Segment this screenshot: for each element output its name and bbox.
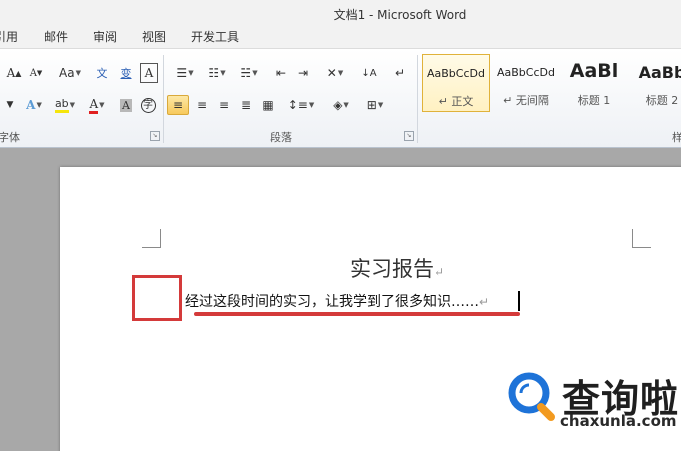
paragraph-dialog-launcher[interactable]: ↘ bbox=[404, 131, 414, 141]
tab-developer[interactable]: 开发工具 bbox=[191, 28, 239, 45]
enclose-char-icon: 字 bbox=[140, 97, 156, 113]
dropdown-icon: ▼ bbox=[6, 100, 14, 110]
bullets-icon: ☰ bbox=[176, 66, 188, 80]
watermark-domain: chaxunla.com bbox=[560, 412, 677, 430]
increase-indent-icon: ⇥ bbox=[297, 66, 309, 80]
bullets-button[interactable]: ☰ ▼ bbox=[170, 63, 200, 83]
window-title: 文档1 - Microsoft Word bbox=[333, 8, 467, 22]
style-heading-2[interactable]: AaBb 标题 2 bbox=[628, 54, 681, 112]
align-center-button[interactable]: ≡ bbox=[192, 95, 212, 115]
style-sample: AaBbCcDd bbox=[497, 66, 555, 79]
align-right-button[interactable]: ≡ bbox=[214, 95, 234, 115]
borders-button[interactable]: ⊞ ▼ bbox=[360, 95, 390, 115]
style-heading-1[interactable]: AaBl 标题 1 bbox=[560, 54, 628, 112]
phonetic-icon: 文 bbox=[96, 67, 108, 80]
align-center-icon: ≡ bbox=[196, 98, 208, 112]
align-right-icon: ≡ bbox=[218, 98, 230, 112]
clear-format-icon: 变 bbox=[120, 67, 132, 80]
crop-mark-left bbox=[142, 229, 161, 248]
multilevel-list-button[interactable]: ☵ ▼ bbox=[234, 63, 264, 83]
align-left-icon: ≡ bbox=[172, 98, 184, 112]
chaxunla-logo-icon bbox=[508, 372, 555, 421]
shrink-font-button[interactable]: A ▼ bbox=[26, 63, 46, 83]
shrink-font-icon: A bbox=[29, 67, 37, 79]
annotation-box bbox=[132, 275, 182, 321]
char-shading-icon: A bbox=[120, 98, 132, 112]
document-title[interactable]: 实习报告↵ bbox=[350, 253, 444, 283]
enclose-char-button[interactable]: 字 bbox=[138, 95, 158, 115]
styles-gallery: AaBbCcDd ↵ 正文 AaBbCcDd ↵ 无间隔 AaBl 标题 1 A… bbox=[420, 54, 681, 114]
numbering-icon: ☷ bbox=[208, 66, 220, 80]
decrease-indent-icon: ⇤ bbox=[275, 66, 287, 80]
font-row2-more[interactable]: ▼ bbox=[4, 95, 16, 115]
paragraph-group-label: 段落 bbox=[270, 131, 292, 144]
document-body-text[interactable]: 经过这段时间的实习，让我学到了很多知识……↵ bbox=[185, 291, 489, 311]
justify-button[interactable]: ≣ bbox=[236, 95, 256, 115]
style-name: ↵ 无间隔 bbox=[503, 94, 549, 107]
borders-icon: ⊞ bbox=[366, 98, 377, 112]
sort-button[interactable]: ↓A bbox=[358, 63, 380, 83]
line-spacing-icon: ↕≡ bbox=[287, 98, 308, 112]
tab-view[interactable]: 视图 bbox=[142, 28, 166, 45]
group-separator bbox=[417, 55, 418, 143]
style-sample: AaBbCcDd bbox=[427, 67, 485, 80]
char-border-icon: A bbox=[144, 66, 154, 80]
paint-bucket-icon: ◈ bbox=[333, 98, 343, 112]
font-color-icon: A bbox=[89, 97, 99, 114]
font-color-button[interactable]: A ▼ bbox=[82, 95, 112, 115]
tab-review[interactable]: 审阅 bbox=[93, 28, 117, 45]
increase-indent-button[interactable]: ⇥ bbox=[292, 63, 314, 83]
numbering-button[interactable]: ☷ ▼ bbox=[202, 63, 232, 83]
highlight-button[interactable]: ab ▼ bbox=[50, 95, 80, 115]
multilevel-list-icon: ☵ bbox=[240, 66, 252, 80]
show-marks-button[interactable]: ↵ bbox=[390, 63, 410, 83]
styles-group-label: 样 bbox=[672, 131, 681, 144]
style-name: ↵ 正文 bbox=[438, 95, 474, 108]
distributed-button[interactable]: ▦ bbox=[258, 95, 278, 115]
grow-font-icon: A bbox=[6, 66, 16, 80]
change-case-button[interactable]: Aa ▼ bbox=[56, 63, 84, 83]
text-cursor bbox=[518, 291, 520, 311]
paragraph-mark-icon: ↵ bbox=[394, 66, 406, 80]
chinese-layout-button[interactable]: ✕ ▼ bbox=[320, 63, 350, 83]
char-border-button[interactable]: A bbox=[140, 63, 158, 83]
crop-mark-right bbox=[632, 229, 651, 248]
line-spacing-button[interactable]: ↕≡ ▼ bbox=[286, 95, 316, 115]
phonetic-guide-button[interactable]: 文 bbox=[92, 63, 112, 83]
annotation-underline bbox=[194, 312, 520, 316]
style-name: 标题 2 bbox=[645, 94, 679, 107]
grow-font-button[interactable]: A ▲ bbox=[4, 63, 24, 83]
title-bar: 文档1 - Microsoft Word 引用 邮件 审阅 视图 开发工具 bbox=[0, 0, 681, 48]
char-shading-button[interactable]: A bbox=[116, 95, 136, 115]
clear-format-button[interactable]: 变 bbox=[116, 63, 136, 83]
font-group-label: 字体 bbox=[0, 131, 20, 144]
chinese-layout-icon: ✕ bbox=[326, 66, 337, 80]
text-effects-button[interactable]: A ▼ bbox=[20, 95, 48, 115]
style-sample: AaBb bbox=[638, 63, 681, 82]
tab-references[interactable]: 引用 bbox=[0, 28, 18, 45]
align-left-button[interactable]: ≡ bbox=[167, 95, 189, 115]
style-sample: AaBl bbox=[569, 60, 619, 82]
distributed-icon: ▦ bbox=[262, 98, 274, 112]
change-case-icon: Aa bbox=[59, 66, 75, 80]
highlight-icon: ab bbox=[54, 97, 69, 113]
tab-mailings[interactable]: 邮件 bbox=[44, 28, 68, 45]
group-separator bbox=[163, 55, 164, 143]
style-name: 标题 1 bbox=[577, 94, 611, 107]
style-normal[interactable]: AaBbCcDd ↵ 正文 bbox=[422, 54, 490, 112]
style-no-spacing[interactable]: AaBbCcDd ↵ 无间隔 bbox=[492, 54, 560, 112]
shading-button[interactable]: ◈ ▼ bbox=[326, 95, 356, 115]
decrease-indent-button[interactable]: ⇤ bbox=[270, 63, 292, 83]
text-effects-icon: A bbox=[26, 98, 36, 112]
word-window: 文档1 - Microsoft Word 引用 邮件 审阅 视图 开发工具 A ▲… bbox=[0, 0, 681, 451]
sort-icon: ↓A bbox=[361, 67, 377, 79]
paragraph-mark: ↵ bbox=[434, 265, 445, 279]
justify-icon: ≣ bbox=[240, 98, 252, 112]
font-dialog-launcher[interactable]: ↘ bbox=[150, 131, 160, 141]
paragraph-mark: ↵ bbox=[479, 295, 490, 309]
